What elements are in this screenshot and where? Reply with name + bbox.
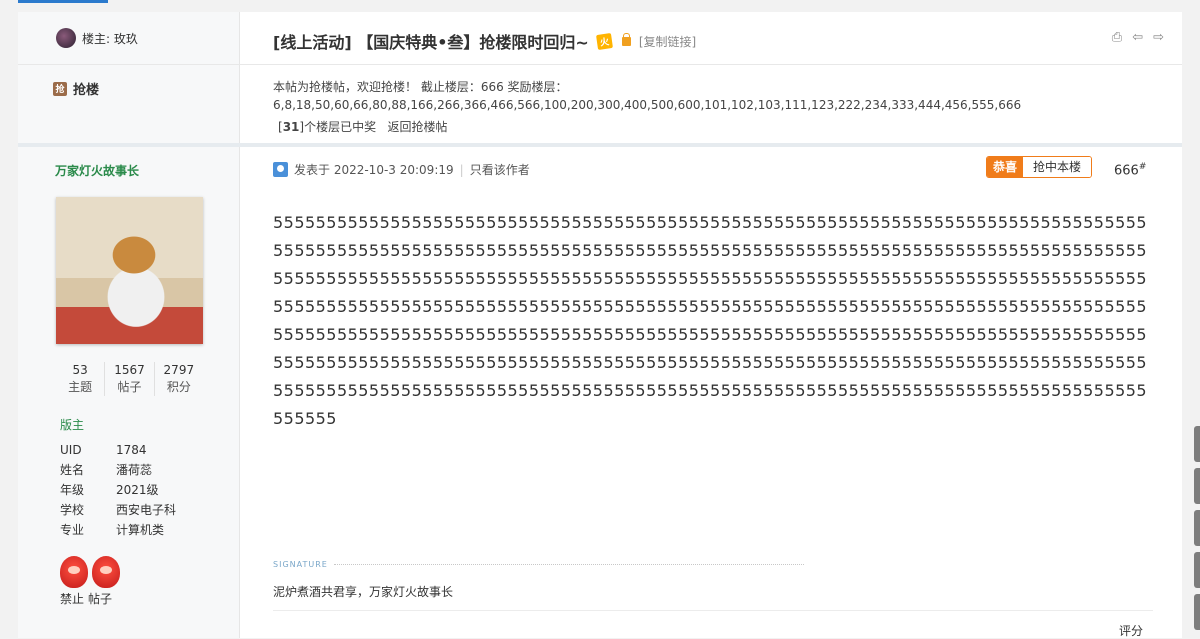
- rush-line-1: 本帖为抢楼帖，欢迎抢楼！ 截止楼层：666 奖励楼层：: [273, 80, 568, 94]
- owner-avatar[interactable]: [56, 28, 76, 48]
- side-tab[interactable]: [1194, 510, 1200, 546]
- medals: [60, 556, 120, 588]
- rush-tail: [31]个楼层已中奖 返回抢楼帖: [278, 120, 448, 134]
- header-actions: ⎙ ⇦ ⇨: [1112, 30, 1164, 45]
- author-rank[interactable]: 版主: [60, 416, 84, 433]
- won-text: 个楼层已中奖: [304, 120, 377, 134]
- prize-text: 抢中本楼: [1023, 157, 1092, 177]
- stat-label: 积分: [166, 380, 191, 394]
- stat-points[interactable]: 2797 积分: [153, 362, 203, 396]
- post-meta: 发表于 2022-10-3 20:09:19 | 只看该作者: [273, 161, 530, 178]
- hot-icon: 火: [595, 32, 613, 50]
- medal-icon[interactable]: [92, 556, 120, 588]
- only-author-link[interactable]: 只看该作者: [470, 161, 530, 178]
- back-to-rush-link[interactable]: 返回抢楼帖: [388, 120, 448, 134]
- prize-badge: 恭喜 抢中本楼: [986, 156, 1093, 178]
- rush-floor-info: 抢 抢楼 本帖为抢楼帖，欢迎抢楼！ 截止楼层：666 奖励楼层： 6,8,18,…: [18, 65, 1182, 147]
- rush-label: 抢 抢楼: [53, 79, 99, 98]
- rate-divider: [273, 610, 1153, 611]
- profile-value: 计算机类: [116, 523, 165, 537]
- profile-row: 姓名 潘荷蕊: [60, 460, 176, 480]
- author-profile: UID 1784 姓名 潘荷蕊 年级 2021级 学校 西安电子科 专业 计算机类: [60, 440, 176, 540]
- copy-link-button[interactable]: [复制链接]: [639, 33, 696, 50]
- stat-threads[interactable]: 53 主题: [56, 362, 104, 396]
- won-count: 31: [282, 120, 300, 134]
- profile-key: 年级: [60, 483, 85, 497]
- signature-text: 泥炉煮酒共君享，万家灯火故事长: [273, 585, 454, 599]
- side-tab[interactable]: [1194, 594, 1200, 630]
- side-tab[interactable]: [1194, 468, 1200, 504]
- side-tab[interactable]: [1194, 426, 1200, 462]
- profile-key: 专业: [60, 523, 85, 537]
- side-scroll-tabs: [1194, 426, 1200, 636]
- stat-label: 帖子: [117, 380, 142, 394]
- signature-label: SIGNATURE: [273, 560, 804, 569]
- author-stats: 53 主题 1567 帖子 2797 积分: [56, 362, 203, 396]
- stat-value: 1567: [114, 363, 145, 377]
- side-tab[interactable]: [1194, 552, 1200, 588]
- profile-row: 学校 西安电子科: [60, 500, 176, 520]
- online-status-icon: [273, 162, 288, 177]
- signature-label-text: SIGNATURE: [273, 560, 328, 569]
- stat-posts[interactable]: 1567 帖子: [104, 362, 153, 396]
- profile-key: UID: [60, 443, 82, 457]
- posts-link[interactable]: 帖子: [88, 590, 112, 607]
- profile-value: 西安电子科: [116, 503, 177, 517]
- owner-label: 楼主: 玫玖: [82, 31, 138, 46]
- profile-row: 年级 2021级: [60, 480, 176, 500]
- floor-number[interactable]: 666#: [1114, 162, 1146, 178]
- post-content: 5555555555555555555555555555555555555555…: [273, 213, 1148, 428]
- profile-key: 姓名: [60, 463, 85, 477]
- meta-separator: |: [459, 162, 464, 177]
- profile-value: 2021级: [116, 483, 159, 497]
- profile-row: UID 1784: [60, 440, 176, 460]
- lock-icon: [621, 32, 631, 46]
- profile-row: 专业 计算机类: [60, 520, 176, 540]
- rush-label-text: 抢楼: [73, 83, 100, 98]
- top-accent-bar: [18, 0, 108, 3]
- forbid-link[interactable]: 禁止: [60, 590, 84, 607]
- profile-key: 学校: [60, 503, 85, 517]
- stat-value: 2797: [163, 363, 195, 377]
- print-icon[interactable]: ⎙: [1112, 30, 1122, 45]
- post-time: 发表于 2022-10-3 20:09:19: [294, 163, 454, 177]
- floor-value: 666: [1114, 163, 1139, 179]
- floor-mark: #: [1138, 162, 1147, 172]
- author-name[interactable]: 万家灯火故事长: [55, 162, 139, 179]
- thread-header: 楼主: 玫玖 [线上活动] 【国庆特典•叁】抢楼限时回归~ 火 [复制链接] ⎙…: [18, 12, 1182, 65]
- prize-congrats: 恭喜: [987, 157, 1024, 177]
- medal-icon[interactable]: [60, 556, 88, 588]
- thread-title-bar: [线上活动] 【国庆特典•叁】抢楼限时回归~ 火 [复制链接]: [273, 29, 696, 53]
- next-thread-icon[interactable]: ⇨: [1153, 30, 1164, 45]
- page-title: [线上活动] 【国庆特典•叁】抢楼限时回归~: [273, 33, 589, 52]
- thread-owner[interactable]: 楼主: 玫玖: [56, 28, 138, 48]
- moderation-links: 禁止 帖子: [60, 590, 112, 607]
- profile-value: 1784: [116, 443, 147, 457]
- author-avatar[interactable]: [56, 197, 203, 344]
- rate-button[interactable]: 评分: [1119, 622, 1143, 639]
- rush-icon: 抢: [53, 81, 67, 96]
- profile-value: 潘荷蕊: [116, 463, 153, 477]
- rush-line-2: 6,8,18,50,60,66,80,88,166,266,366,466,56…: [273, 98, 1022, 112]
- prev-thread-icon[interactable]: ⇦: [1132, 30, 1143, 45]
- rush-info-text: 本帖为抢楼帖，欢迎抢楼！ 截止楼层：666 奖励楼层： 6,8,18,50,60…: [273, 78, 1163, 136]
- signature-divider: [333, 564, 804, 565]
- thread-page: 楼主: 玫玖 [线上活动] 【国庆特典•叁】抢楼限时回归~ 火 [复制链接] ⎙…: [18, 12, 1182, 638]
- stat-label: 主题: [68, 380, 93, 394]
- stat-value: 53: [72, 363, 88, 377]
